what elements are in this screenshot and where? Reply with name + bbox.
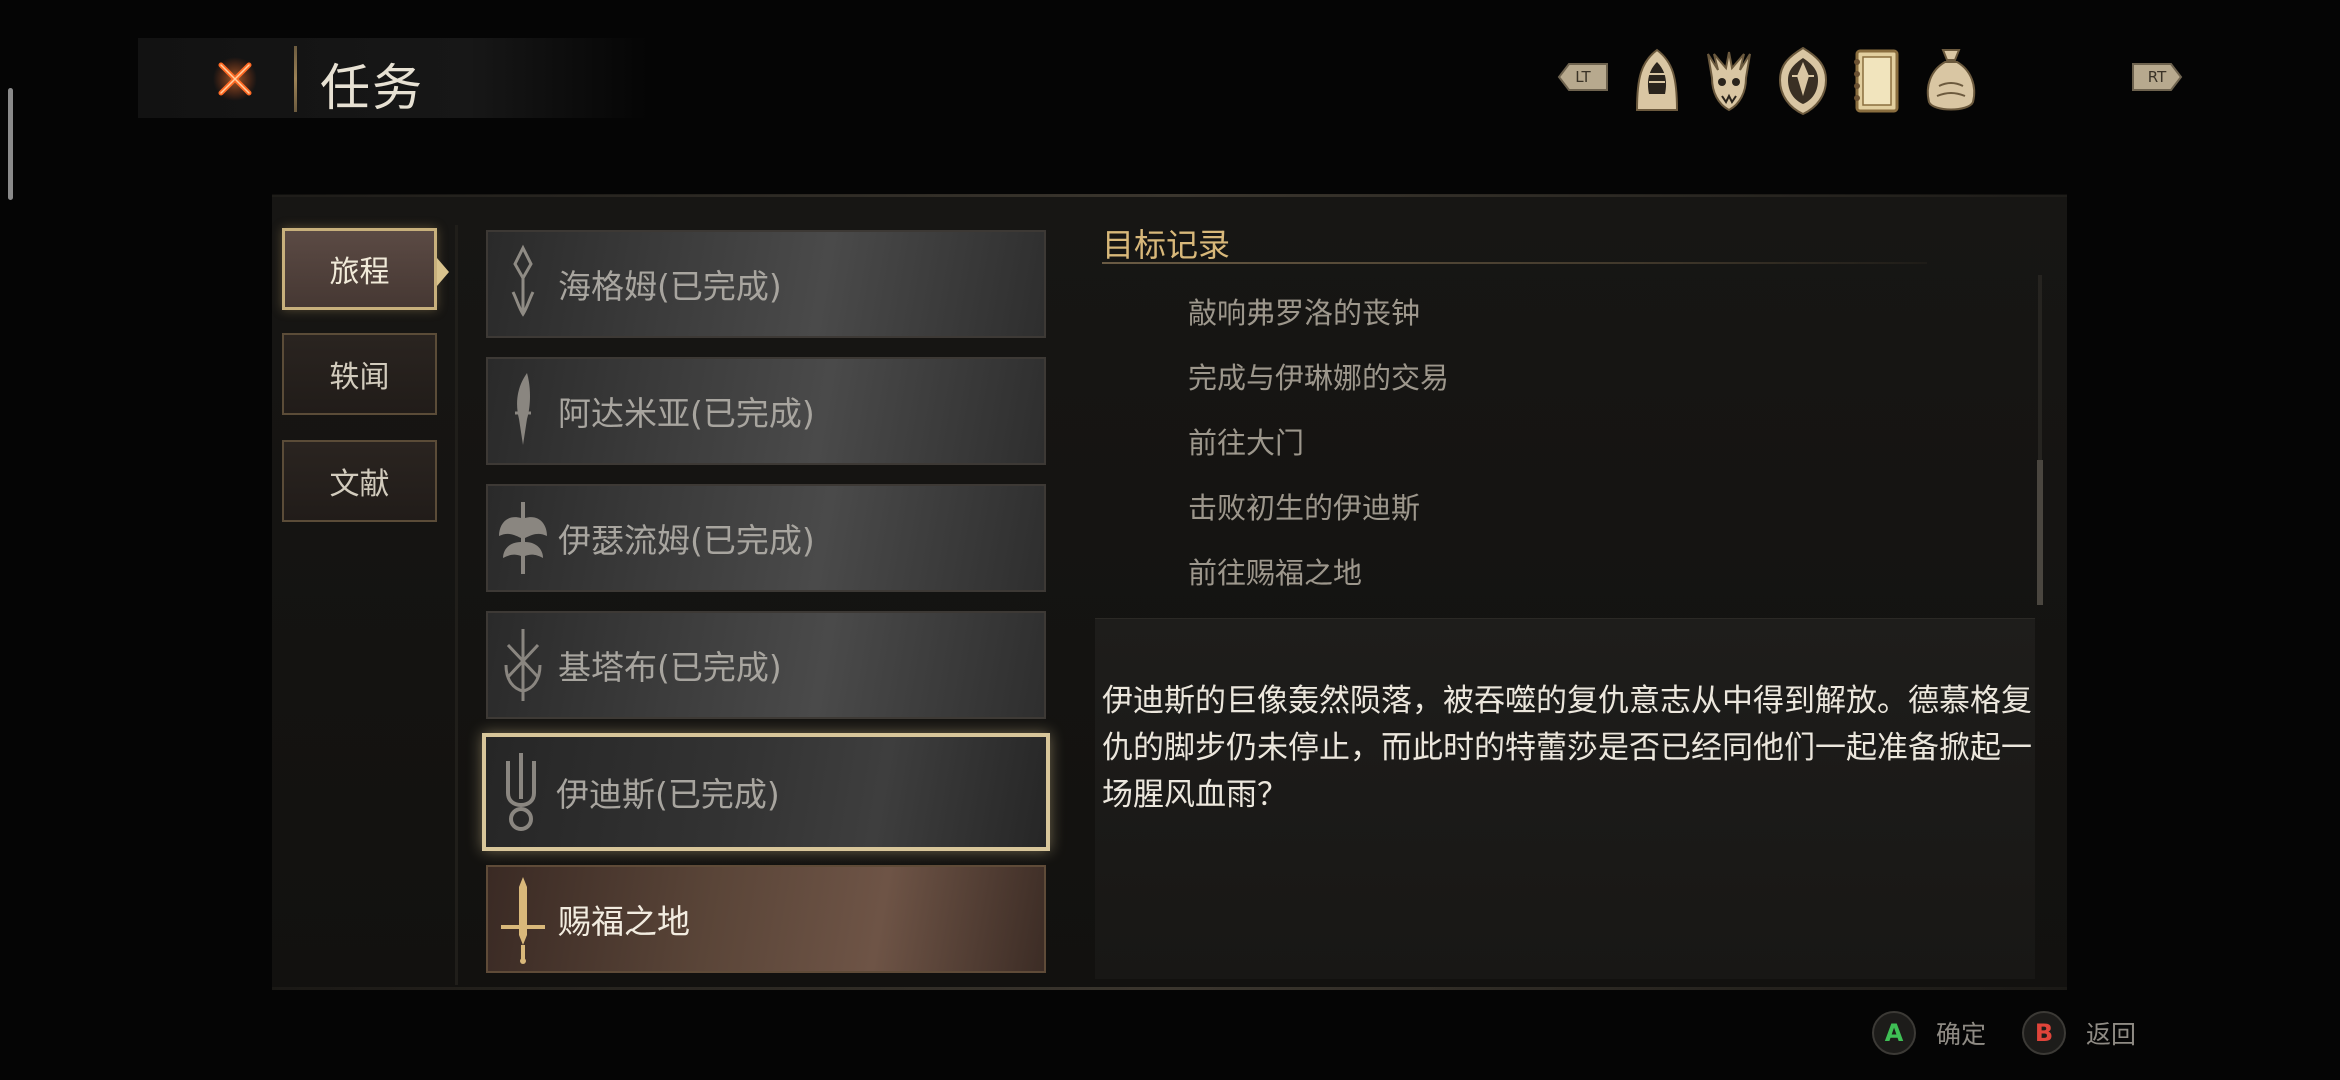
quest-name: 阿达米亚(已完成) [558, 394, 815, 433]
nav-emblem-shield[interactable] [1771, 45, 1835, 117]
objectives-rule [1102, 262, 1927, 264]
quest-item-adamia[interactable]: 阿达米亚(已完成) [486, 357, 1046, 465]
close-x-icon [213, 57, 257, 101]
b-button-icon: B [2022, 1011, 2066, 1055]
quest-item-hagram[interactable]: 海格姆(已完成) [486, 230, 1046, 338]
hagram-sigil-icon [511, 244, 535, 317]
lt-label: LT [1575, 68, 1591, 86]
journal-book-icon [1854, 49, 1899, 113]
objective-item: 前往赐福之地 [1188, 556, 1363, 590]
rt-shoulder-button[interactable]: RT [2129, 60, 2185, 94]
quest-description: 伊迪斯的巨像轰然陨落，被吞噬的复仇意志从中得到解放。德慕格复仇的脚步仍未停止，而… [1102, 683, 2032, 813]
tab-anecdotes[interactable]: 轶闻 [282, 333, 437, 415]
quest-name: 伊瑟流姆(已完成) [558, 521, 815, 560]
nav-coin-pouch[interactable] [1919, 45, 1983, 117]
emblem-shield-icon [1778, 46, 1828, 116]
page-title: 任务 [320, 59, 424, 117]
a-button-icon: A [1872, 1011, 1916, 1055]
objective-item: 完成与伊琳娜的交易 [1188, 361, 1450, 395]
header-divider [294, 46, 297, 112]
quest-name: 伊迪斯(已完成) [556, 775, 780, 814]
active-tab-arrow-icon [437, 258, 449, 286]
quest-name: 赐福之地 [558, 902, 690, 941]
objective-item: 击败初生的伊迪斯 [1188, 491, 1421, 525]
panel-bottom-rule [272, 987, 2067, 990]
tab-documents[interactable]: 文献 [282, 440, 437, 522]
quest-item-blessed-land[interactable]: 赐福之地 [486, 865, 1046, 973]
objective-item: 敲响弗罗洛的丧钟 [1188, 296, 1421, 330]
objectives-list: 敲响弗罗洛的丧钟 完成与伊琳娜的交易 前往大门 击败初生的伊迪斯 前往赐福之地 [1188, 290, 1449, 615]
close-button[interactable] [200, 48, 270, 110]
confirm-label: 确定 [1936, 1020, 1987, 1049]
quest-name: 基塔布(已完成) [558, 648, 782, 687]
objectives-scrollbar-thumb[interactable] [2037, 460, 2043, 605]
kitab-sigil-icon [504, 629, 542, 701]
screen-scrollbar[interactable] [8, 88, 13, 200]
tab-journey[interactable]: 旅程 [282, 228, 437, 310]
adamia-sigil-icon [515, 373, 531, 445]
panel-top-rule [272, 194, 2067, 197]
objectives-header: 目标记录 [1102, 226, 1231, 264]
hooded-figure-icon [1635, 48, 1679, 111]
quest-item-kitab[interactable]: 基塔布(已完成) [486, 611, 1046, 719]
rt-label: RT [2147, 68, 2167, 86]
beast-skull-icon [1707, 51, 1751, 112]
isserlium-sigil-icon [499, 502, 547, 574]
tab-column-divider [455, 225, 458, 985]
nav-hooded-figure[interactable] [1625, 45, 1689, 117]
lt-shoulder-button[interactable]: LT [1555, 60, 1611, 94]
nav-beast-skull[interactable] [1697, 45, 1761, 117]
nav-journal[interactable] [1845, 45, 1909, 117]
back-button[interactable]: B 返回 [2022, 1010, 2136, 1056]
quest-name: 海格姆(已完成) [558, 267, 782, 306]
confirm-button[interactable]: A 确定 [1872, 1010, 1986, 1056]
quest-item-isserlium[interactable]: 伊瑟流姆(已完成) [486, 484, 1046, 592]
coin-pouch-icon [1926, 49, 1976, 111]
objective-item: 前往大门 [1188, 426, 1305, 460]
blessed-sword-icon [501, 877, 545, 964]
quest-item-idris[interactable]: 伊迪斯(已完成) [482, 733, 1050, 851]
top-navigation: LT RT [1555, 45, 2185, 117]
idris-sigil-icon [506, 753, 536, 831]
back-label: 返回 [2086, 1020, 2137, 1049]
